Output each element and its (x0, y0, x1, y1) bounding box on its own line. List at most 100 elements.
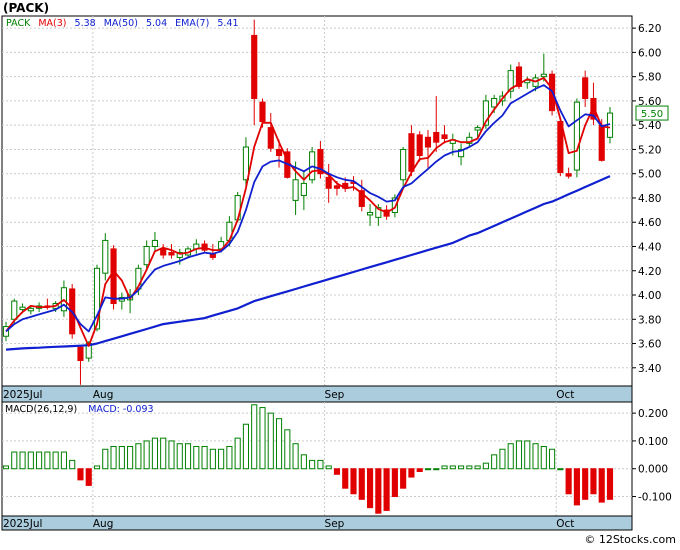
candle-body (11, 300, 18, 320)
price-x-tick-label: Oct (556, 389, 574, 401)
macd-bar (60, 451, 67, 470)
macd-y-tick-label: 0.100 (638, 436, 668, 448)
macd-bar (458, 465, 465, 470)
candle-body (573, 101, 580, 171)
chart-title: (PACK) (3, 1, 49, 15)
macd-bar (416, 468, 423, 473)
price-y-tick-label: 6.00 (638, 47, 661, 59)
candle-body (168, 252, 175, 256)
macd-bar (540, 445, 547, 470)
macd-bar (69, 459, 76, 470)
candle-body (160, 248, 167, 256)
macd-x-tick-label: Sep (325, 518, 345, 530)
macd-bar (342, 468, 349, 489)
last-price-marker: 5.50 (635, 105, 669, 121)
macd-bar (557, 468, 564, 471)
footer-credit: © 12Stocks.com (584, 533, 676, 546)
macd-bar (168, 440, 175, 470)
macd-bar (118, 445, 125, 470)
macd-y-tick-label: 0.000 (638, 464, 668, 476)
macd-bar (424, 468, 432, 471)
price-x-tick-label: Aug (93, 389, 114, 401)
macd-label: MACD: (88, 404, 120, 415)
candle-body (582, 77, 589, 99)
candle-body (259, 101, 266, 123)
macd-bar (218, 448, 225, 470)
macd-bar (358, 468, 365, 500)
candle-body (333, 185, 341, 189)
candle-body (325, 176, 332, 189)
macd-value: -0.093 (123, 404, 154, 415)
price-y-tick-label: 4.00 (638, 290, 661, 302)
candle-body (424, 136, 432, 148)
macd-bar (102, 448, 109, 470)
macd-bar (209, 448, 216, 470)
macd-bar (441, 465, 448, 470)
macd-bar (582, 468, 589, 500)
macd-bar (292, 443, 299, 470)
macd-bar (242, 423, 250, 470)
macd-bar (2, 465, 10, 470)
legend-ma50: MA(50) (104, 18, 138, 29)
candle-body (77, 346, 84, 362)
macd-bar (300, 454, 307, 470)
macd-bar (135, 443, 142, 470)
macd-y-axis: 0.200 0.100 0.000 -0.100 (632, 408, 672, 504)
price-y-tick-label: 3.60 (638, 339, 661, 351)
macd-bar (325, 465, 332, 470)
macd-bar (515, 440, 523, 470)
macd-bar (143, 440, 150, 470)
macd-bar (201, 445, 208, 470)
macd-bar (573, 468, 580, 506)
macd-bar (127, 445, 134, 470)
candle-body (366, 212, 374, 216)
macd-bar (184, 443, 192, 470)
macd-bar (606, 468, 614, 500)
candle-body (27, 307, 34, 312)
macd-bar (449, 465, 456, 470)
candle-body (300, 182, 307, 197)
price-y-tick-label: 4.20 (638, 266, 661, 278)
price-y-tick-label: 5.20 (638, 144, 661, 156)
candle-body (267, 127, 274, 149)
legend-ma50-value: 5.04 (146, 18, 167, 29)
macd-bar (383, 468, 390, 511)
macd-bar (375, 468, 382, 514)
price-y-tick-label: 6.20 (638, 23, 661, 35)
macd-bar (491, 454, 498, 470)
candle-body (19, 306, 26, 311)
macd-bar (433, 468, 440, 471)
macd-bar (482, 462, 489, 470)
macd-bar (333, 468, 341, 475)
macd-params: MACD(26,12,9) (5, 404, 77, 415)
price-x-tick-label: 2025Jul (3, 389, 42, 401)
candle-body (540, 73, 547, 78)
candle-body (151, 239, 158, 247)
macd-bar (110, 445, 117, 470)
macd-x-tick-label: Oct (556, 518, 574, 530)
macd-bar (466, 465, 473, 470)
candle-body (474, 127, 481, 131)
price-y-tick-label: 5.80 (638, 72, 661, 84)
macd-bar (52, 451, 59, 470)
candle-body (275, 148, 283, 157)
macd-bar (36, 451, 43, 470)
macd-bar (176, 443, 183, 470)
candle-body (400, 148, 407, 181)
price-y-tick-label: 5.00 (638, 169, 661, 181)
macd-bar (507, 443, 514, 470)
price-panel (1, 15, 633, 387)
macd-bar (85, 468, 92, 486)
macd-bar (366, 468, 374, 509)
macd-bar (193, 445, 200, 470)
candle-body (598, 124, 605, 161)
macd-bar (598, 468, 605, 503)
price-y-tick-label: 4.80 (638, 193, 661, 205)
macd-bar (251, 404, 258, 470)
legend-ema7: EMA(7) (175, 18, 209, 29)
macd-y-tick-label: -0.100 (638, 492, 672, 504)
macd-bar (27, 451, 34, 470)
last-price-label: 5.50 (641, 109, 663, 120)
candle-body (441, 134, 448, 140)
macd-bar (317, 459, 324, 470)
